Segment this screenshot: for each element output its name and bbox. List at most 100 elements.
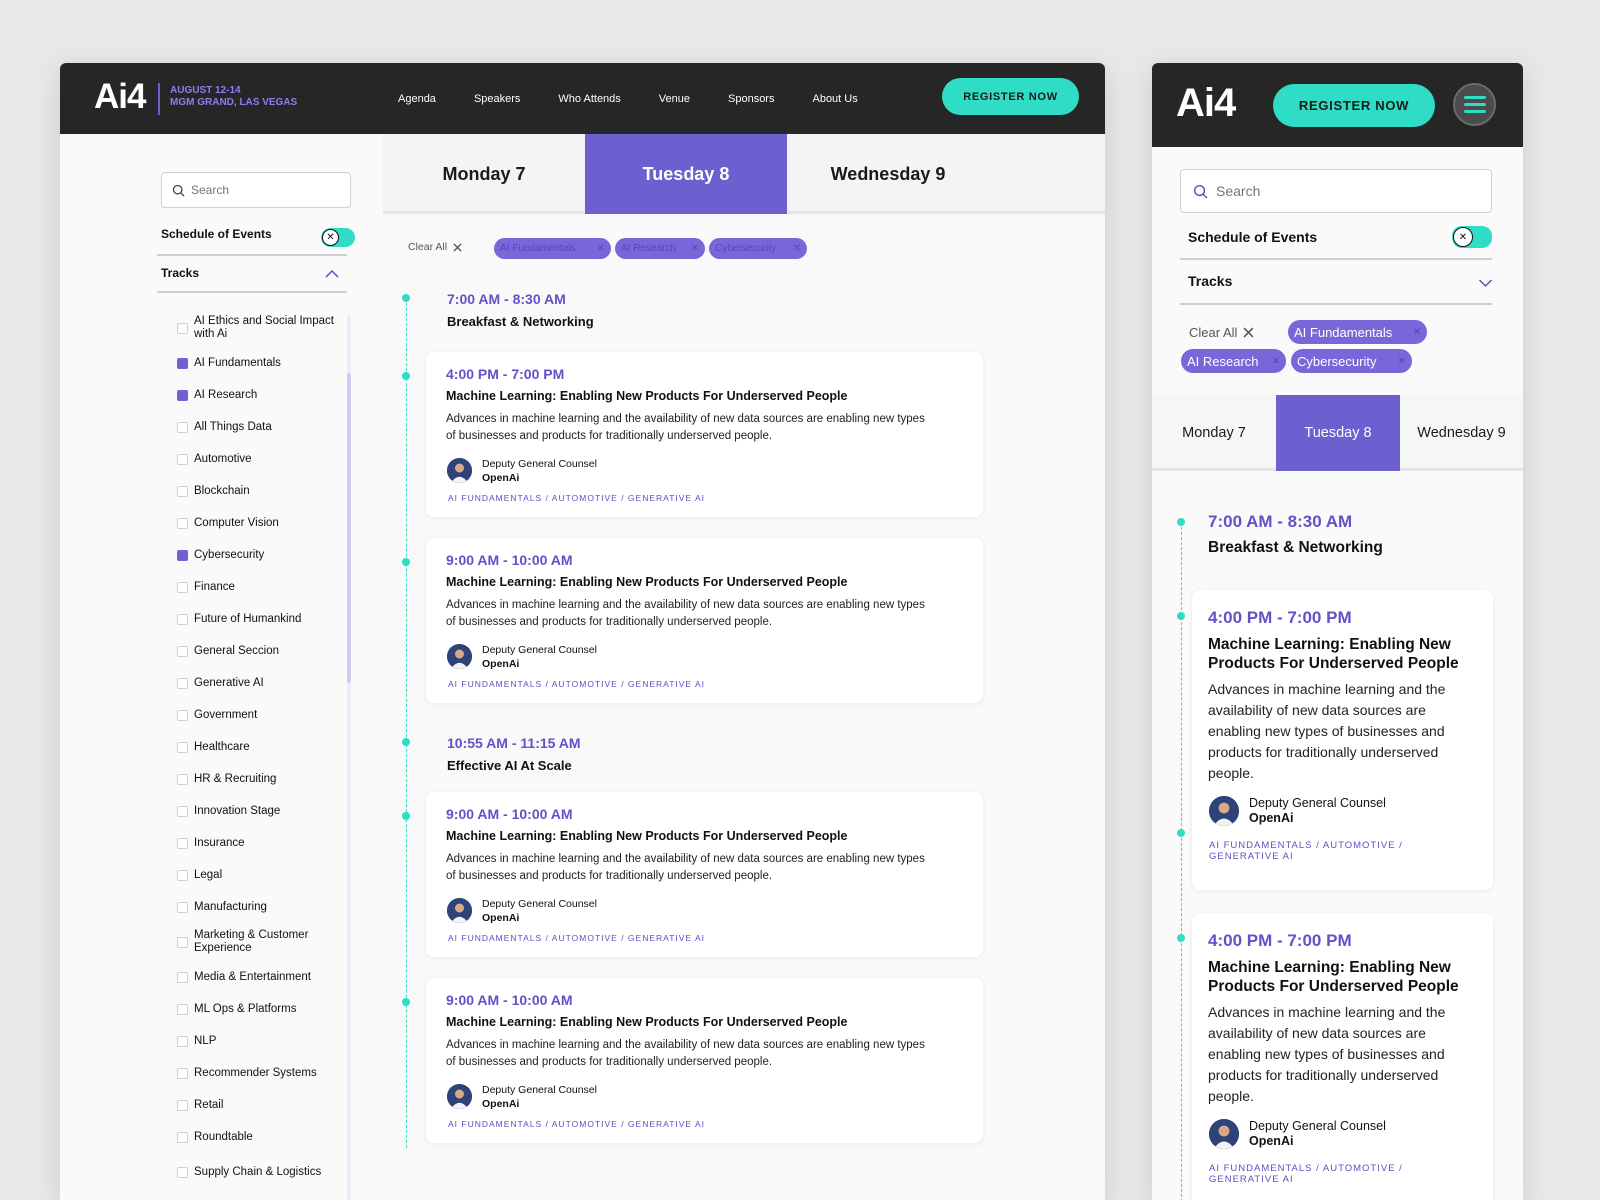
filter-chip[interactable]: AI Research ✕ — [1181, 349, 1286, 373]
session-title[interactable]: Effective AI At Scale — [447, 758, 572, 773]
track-item[interactable]: Healthcare — [177, 731, 342, 763]
track-checkbox[interactable] — [177, 806, 188, 817]
track-item[interactable]: AI Ethics and Social Impact with Ai — [177, 309, 342, 347]
track-checkbox[interactable] — [177, 1132, 188, 1143]
track-checkbox[interactable] — [177, 454, 188, 465]
track-checkbox[interactable] — [177, 323, 188, 334]
track-checkbox[interactable] — [177, 838, 188, 849]
track-checkbox[interactable] — [177, 774, 188, 785]
nav-speakers[interactable]: Speakers — [474, 93, 520, 105]
remove-chip-icon[interactable]: ✕ — [1272, 356, 1280, 367]
nav-who-attends[interactable]: Who Attends — [558, 93, 620, 105]
avatar[interactable] — [447, 644, 472, 669]
tab-monday[interactable]: Monday 7 — [383, 134, 585, 214]
track-checkbox[interactable] — [177, 486, 188, 497]
session-title[interactable]: Machine Learning: Enabling New Products … — [446, 575, 847, 589]
track-item[interactable]: Blockchain — [177, 475, 342, 507]
search-input[interactable] — [191, 183, 341, 197]
track-checkbox[interactable] — [177, 390, 188, 401]
session-card[interactable]: 4:00 PM - 7:00 PM Machine Learning: Enab… — [1192, 913, 1493, 1200]
remove-chip-icon[interactable]: ✕ — [793, 243, 801, 254]
track-item[interactable]: ML Ops & Platforms — [177, 993, 342, 1025]
track-item[interactable]: Manufacturing — [177, 891, 342, 923]
session-title[interactable]: Breakfast & Networking — [447, 314, 594, 329]
clear-all-button[interactable]: Clear All — [408, 241, 462, 253]
track-checkbox[interactable] — [177, 614, 188, 625]
track-item[interactable]: Future of Humankind — [177, 603, 342, 635]
session-tags[interactable]: AI FUNDAMENTALS / AUTOMOTIVE / GENERATIV… — [1209, 1163, 1459, 1185]
track-checkbox[interactable] — [177, 870, 188, 881]
tab-wednesday[interactable]: Wednesday 9 — [787, 134, 989, 214]
session-title[interactable]: Breakfast & Networking — [1208, 539, 1383, 557]
session-tags[interactable]: AI FUNDAMENTALS / AUTOMOTIVE / GENERATIV… — [448, 493, 705, 503]
remove-chip-icon[interactable]: ✕ — [597, 243, 605, 254]
tracks-heading[interactable]: Tracks — [1188, 273, 1232, 289]
track-item[interactable]: Computer Vision — [177, 507, 342, 539]
track-item[interactable]: Marketing & Customer Experience — [177, 923, 342, 961]
nav-venue[interactable]: Venue — [659, 93, 690, 105]
track-item[interactable]: Supply Chain & Logistics — [177, 1153, 342, 1191]
session-tags[interactable]: AI FUNDAMENTALS / AUTOMOTIVE / GENERATIV… — [1209, 840, 1459, 862]
track-item[interactable]: General Seccion — [177, 635, 342, 667]
search-field[interactable] — [161, 172, 351, 208]
track-item[interactable]: Roundtable — [177, 1121, 342, 1153]
track-checkbox[interactable] — [177, 550, 188, 561]
track-checkbox[interactable] — [177, 1068, 188, 1079]
track-checkbox[interactable] — [177, 646, 188, 657]
track-checkbox[interactable] — [177, 422, 188, 433]
track-item[interactable]: Insurance — [177, 827, 342, 859]
track-item[interactable]: Legal — [177, 859, 342, 891]
filter-chip[interactable]: Cybersecurity ✕ — [709, 238, 807, 259]
track-checkbox[interactable] — [177, 582, 188, 593]
session-tags[interactable]: AI FUNDAMENTALS / AUTOMOTIVE / GENERATIV… — [448, 679, 705, 689]
track-checkbox[interactable] — [177, 1036, 188, 1047]
track-checkbox[interactable] — [177, 678, 188, 689]
avatar[interactable] — [447, 1084, 472, 1109]
track-item[interactable]: Automotive — [177, 443, 342, 475]
nav-sponsors[interactable]: Sponsors — [728, 93, 774, 105]
track-item[interactable]: Government — [177, 699, 342, 731]
track-item[interactable]: Finance — [177, 571, 342, 603]
tracks-heading[interactable]: Tracks — [161, 266, 199, 280]
track-item[interactable]: Retail — [177, 1089, 342, 1121]
register-now-button[interactable]: REGISTER NOW — [942, 78, 1079, 115]
track-item[interactable]: AI Research — [177, 379, 342, 411]
avatar[interactable] — [447, 898, 472, 923]
avatar[interactable] — [1209, 796, 1239, 826]
avatar[interactable] — [1209, 1119, 1239, 1149]
track-item[interactable]: HR & Recruiting — [177, 763, 342, 795]
filter-chip[interactable]: AI Fundamentals ✕ — [1288, 320, 1427, 344]
session-title[interactable]: Machine Learning: Enabling New Products … — [446, 829, 847, 843]
session-title[interactable]: Machine Learning: Enabling New Products … — [1208, 635, 1483, 673]
avatar[interactable] — [447, 458, 472, 483]
track-checkbox[interactable] — [177, 710, 188, 721]
tab-tuesday[interactable]: Tuesday 8 — [585, 134, 787, 214]
session-title[interactable]: Machine Learning: Enabling New Products … — [1208, 958, 1483, 996]
session-card[interactable]: 4:00 PM - 7:00 PM Machine Learning: Enab… — [426, 352, 983, 517]
track-checkbox[interactable] — [177, 937, 188, 948]
search-field[interactable] — [1180, 169, 1492, 213]
track-checkbox[interactable] — [177, 1100, 188, 1111]
tab-wednesday[interactable]: Wednesday 9 — [1400, 395, 1523, 471]
track-checkbox[interactable] — [177, 1167, 188, 1178]
session-card[interactable]: 9:00 AM - 10:00 AM Machine Learning: Ena… — [426, 978, 983, 1143]
session-tags[interactable]: AI FUNDAMENTALS / AUTOMOTIVE / GENERATIV… — [448, 933, 705, 943]
session-card[interactable]: 9:00 AM - 10:00 AM Machine Learning: Ena… — [426, 538, 983, 703]
tab-monday[interactable]: Monday 7 — [1152, 395, 1276, 471]
tracks-scrollbar-thumb[interactable] — [347, 373, 351, 683]
logo[interactable]: Ai4 — [94, 77, 146, 117]
logo[interactable]: Ai4 — [1176, 81, 1236, 126]
chevron-down-icon[interactable] — [1478, 278, 1493, 288]
track-item[interactable]: Cybersecurity — [177, 539, 342, 571]
search-input[interactable] — [1216, 183, 1476, 199]
track-checkbox[interactable] — [177, 902, 188, 913]
remove-chip-icon[interactable]: ✕ — [1398, 356, 1406, 367]
track-checkbox[interactable] — [177, 742, 188, 753]
session-card[interactable]: 9:00 AM - 10:00 AM Machine Learning: Ena… — [426, 792, 983, 957]
session-title[interactable]: Machine Learning: Enabling New Products … — [446, 389, 847, 403]
track-item[interactable]: Recommender Systems — [177, 1057, 342, 1089]
filter-chip[interactable]: Cybersecurity ✕ — [1291, 349, 1412, 373]
session-tags[interactable]: AI FUNDAMENTALS / AUTOMOTIVE / GENERATIV… — [448, 1119, 705, 1129]
track-item[interactable]: AI Fundamentals — [177, 347, 342, 379]
schedule-of-events-toggle[interactable]: ✕ — [321, 228, 355, 247]
